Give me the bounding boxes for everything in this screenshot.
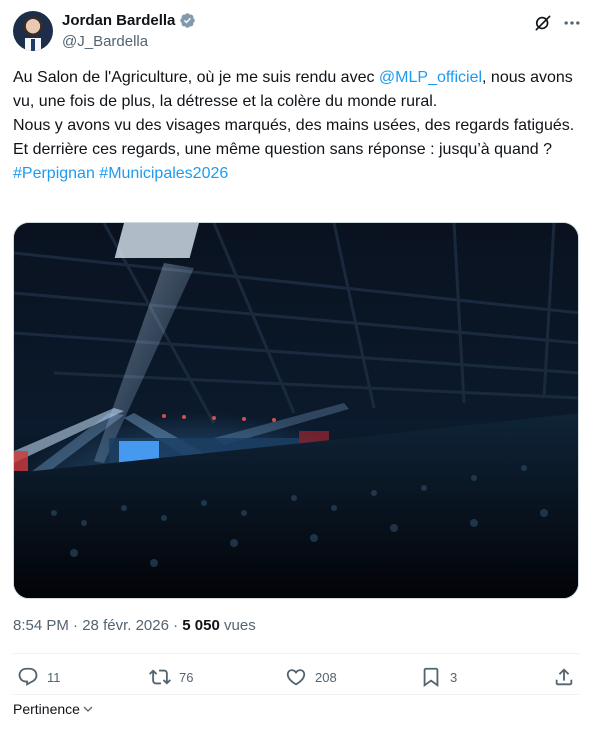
meta-separator: · [173, 617, 179, 634]
meta-separator: · [73, 617, 79, 634]
hashtag-municipales[interactable]: #Municipales2026 [99, 165, 228, 182]
like-count: 208 [315, 669, 337, 685]
bookmark-count: 3 [450, 669, 458, 685]
paragraph-2: Nous y avons vu des visages marqués, des… [13, 117, 575, 134]
views-label: vues [224, 617, 256, 634]
text-part-4: Et derrière ces regards, une même questi… [13, 141, 552, 158]
like-button[interactable]: 208 [285, 666, 337, 688]
text-part-1: Au Salon de l'Agriculture, où je me suis… [13, 69, 379, 86]
paragraph-3: Et derrière ces regards, une même questi… [13, 138, 579, 186]
tweet-meta: 8:54 PM · 28 févr. 2026 · 5 050 vues [13, 617, 256, 634]
verified-badge-icon[interactable] [179, 12, 196, 29]
repost-icon [149, 669, 171, 685]
more-icon[interactable] [561, 13, 583, 33]
paragraph-1: Au Salon de l'Agriculture, où je me suis… [13, 66, 579, 114]
hashtag-perpignan[interactable]: #Perpignan [13, 165, 95, 182]
tweet-header: Jordan Bardella @J_Bardella [13, 11, 586, 53]
reply-sort-dropdown[interactable]: Pertinence [13, 701, 94, 717]
repost-button[interactable]: 76 [149, 666, 193, 688]
share-icon [555, 668, 573, 686]
tweet-date[interactable]: 28 févr. 2026 [82, 617, 169, 634]
grok-icon[interactable] [533, 13, 553, 33]
name-row: Jordan Bardella [62, 12, 196, 29]
tweet-photo[interactable] [13, 222, 579, 599]
tweet-text: Au Salon de l'Agriculture, où je me suis… [13, 66, 579, 186]
sort-label: Pertinence [13, 701, 80, 717]
arena-photo [14, 223, 578, 598]
mention-link[interactable]: @MLP_officiel [379, 69, 482, 86]
reply-count: 11 [47, 669, 61, 685]
share-button[interactable] [553, 666, 575, 688]
reply-button[interactable]: 11 [17, 666, 61, 688]
author-name[interactable]: Jordan Bardella [62, 12, 175, 29]
reply-icon [18, 667, 38, 686]
repost-count: 76 [179, 669, 194, 685]
author-handle[interactable]: @J_Bardella [62, 33, 148, 50]
avatar[interactable] [13, 11, 53, 51]
tweet: Jordan Bardella @J_Bardella Au Salon de … [0, 0, 599, 736]
like-icon [286, 669, 306, 686]
divider [13, 694, 579, 695]
tweet-time[interactable]: 8:54 PM [13, 617, 69, 634]
views-count: 5 050 [182, 617, 220, 634]
divider [13, 653, 579, 654]
action-bar: 11 76 208 3 [13, 662, 579, 694]
bookmark-button[interactable]: 3 [420, 666, 457, 688]
chevron-down-icon [83, 706, 93, 712]
avatar-tie [31, 39, 35, 51]
bookmark-icon [423, 667, 439, 688]
